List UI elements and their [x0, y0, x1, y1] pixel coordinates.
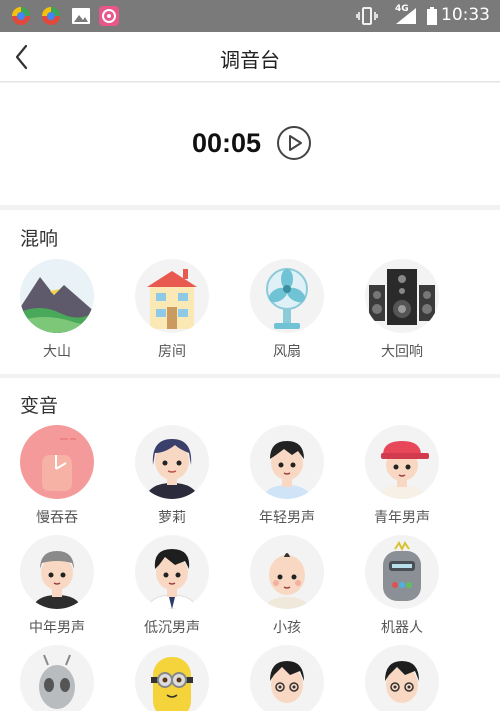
reverb-label: 风扇 — [273, 344, 301, 360]
play-icon[interactable] — [276, 125, 312, 161]
dizzy-boy-avatar-icon — [250, 645, 324, 711]
app-icon-2 — [42, 7, 60, 25]
vibrate-icon — [356, 7, 378, 25]
battery-icon — [427, 7, 437, 25]
voice-label: 低沉男声 — [144, 620, 200, 636]
playback-time: 00:05 — [192, 128, 262, 158]
page-title: 调音台 — [220, 48, 280, 72]
child-avatar-icon — [250, 535, 324, 609]
app-icon-3 — [99, 6, 119, 26]
voice-label: 慢吞吞 — [36, 510, 78, 526]
middle-aged-man-avatar-icon — [20, 535, 94, 609]
nav-bar: 调音台 — [0, 32, 500, 82]
voice-label: 中年男声 — [29, 620, 85, 636]
status-bar: 4G 10:33 — [0, 0, 500, 32]
house-icon — [135, 259, 209, 333]
voice-title: 变音 — [20, 395, 59, 417]
reverb-label: 房间 — [158, 344, 186, 360]
voice-label: 青年男声 — [374, 510, 430, 526]
voice-label: 机器人 — [381, 620, 423, 636]
voice-label: 萝莉 — [158, 510, 186, 526]
slow-hand-icon — [20, 425, 94, 499]
dizzy-boy-2-avatar-icon — [365, 645, 439, 711]
reverb-label: 大回响 — [381, 344, 423, 360]
signal-icon — [396, 8, 416, 24]
speakers-icon — [365, 259, 439, 333]
voice-section: 变音 慢吞吞 萝莉 年轻男声 青年男声 中年男声 低沉男声 小孩 机器人 — [0, 378, 500, 711]
voice-label: 年轻男声 — [259, 510, 315, 526]
young-man-avatar-icon — [250, 425, 324, 499]
minion-avatar-icon — [135, 645, 209, 711]
mountain-icon — [20, 259, 94, 333]
cap-boy-avatar-icon — [365, 425, 439, 499]
robot-avatar-icon — [365, 535, 439, 609]
gallery-icon — [72, 8, 90, 24]
girl-avatar-icon — [135, 425, 209, 499]
reverb-section: 混响 大山 房间 风扇 大回响 — [0, 210, 500, 374]
fan-icon — [250, 259, 324, 333]
app-icon-1 — [12, 7, 30, 25]
reverb-label: 大山 — [43, 344, 71, 360]
alien-avatar-icon — [20, 645, 94, 711]
reverb-title: 混响 — [20, 228, 59, 250]
voice-label: 小孩 — [273, 620, 301, 636]
deep-voice-man-avatar-icon — [135, 535, 209, 609]
player-panel: 00:05 — [0, 83, 500, 205]
status-time: 10:33 — [441, 5, 490, 25]
